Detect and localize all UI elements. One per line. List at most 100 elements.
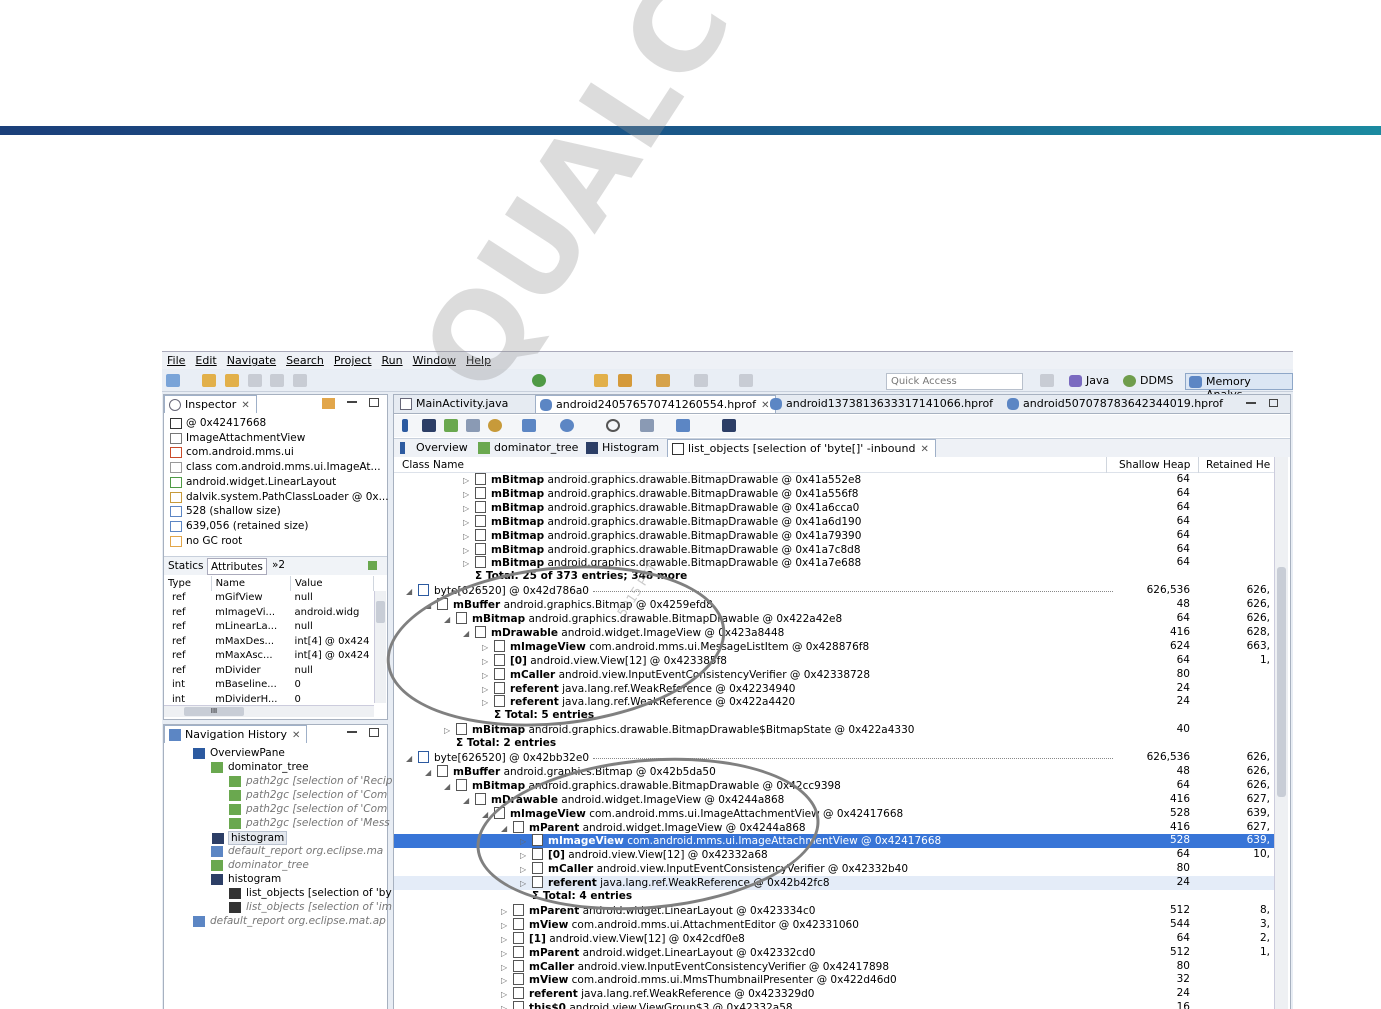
tab-histogram[interactable]: Histogram bbox=[582, 439, 665, 457]
inspector-row[interactable]: @ 0x42417668 bbox=[170, 417, 266, 431]
inspector-row[interactable]: android.widget.LinearLayout bbox=[170, 476, 336, 490]
navigation-history-item[interactable]: list_objects [selection of 'by bbox=[229, 887, 392, 901]
inspector-row[interactable]: com.android.mms.ui bbox=[170, 446, 294, 460]
attribute-row[interactable]: ref mMaxDes... int[4] @ 0x424 bbox=[164, 634, 374, 649]
close-icon[interactable]: ✕ bbox=[292, 730, 300, 741]
export-icon[interactable] bbox=[676, 419, 690, 432]
navigation-history-item[interactable]: histogram bbox=[211, 873, 281, 887]
open-type-icon[interactable] bbox=[594, 374, 608, 387]
navigation-history-item[interactable]: histogram bbox=[212, 831, 288, 845]
attribute-row[interactable]: ref mMaxAsc... int[4] @ 0x424 bbox=[164, 649, 374, 664]
expand-toggle-icon[interactable]: ▷ bbox=[520, 865, 532, 874]
expand-toggle-icon[interactable]: ▷ bbox=[463, 546, 475, 555]
attribute-row[interactable]: ref mLinearLa... null bbox=[164, 620, 374, 635]
expand-toggle-icon[interactable]: ▷ bbox=[463, 490, 475, 499]
expand-toggle-icon[interactable]: ◢ bbox=[425, 601, 437, 610]
save-icon[interactable] bbox=[248, 374, 262, 387]
menu-project[interactable]: Project bbox=[329, 352, 377, 369]
thread-overview-icon[interactable] bbox=[488, 419, 502, 432]
column-shallow-heap[interactable]: Shallow Heap bbox=[1119, 459, 1190, 471]
restore-icon[interactable] bbox=[1269, 399, 1278, 407]
maximize-icon[interactable] bbox=[369, 728, 379, 737]
navigation-history-item[interactable]: list_objects [selection of 'im bbox=[229, 901, 392, 915]
expand-toggle-icon[interactable]: ▷ bbox=[463, 476, 475, 485]
column-retained-heap[interactable]: Retained He bbox=[1206, 459, 1270, 471]
menu-run[interactable]: Run bbox=[377, 352, 408, 369]
expand-toggle-icon[interactable]: ◢ bbox=[406, 754, 418, 763]
expand-toggle-icon[interactable]: ▷ bbox=[482, 698, 494, 707]
column-type[interactable]: Type bbox=[164, 576, 212, 591]
open-folder-icon[interactable] bbox=[202, 374, 216, 387]
run-icon[interactable] bbox=[532, 374, 546, 387]
expand-toggle-icon[interactable]: ◢ bbox=[444, 782, 456, 791]
attribute-row[interactable]: int mBaseline... 0 bbox=[164, 678, 374, 693]
expand-toggle-icon[interactable]: ▷ bbox=[501, 1004, 513, 1009]
expand-toggle-icon[interactable]: ▷ bbox=[520, 879, 532, 888]
perspective-ddms[interactable]: DDMS bbox=[1120, 373, 1177, 390]
expand-toggle-icon[interactable]: ◢ bbox=[463, 796, 475, 805]
inspector-row[interactable]: dalvik.system.PathClassLoader @ 0x... bbox=[170, 491, 389, 505]
forward-arrow-icon[interactable] bbox=[694, 374, 708, 387]
attributes-horizontal-scrollbar[interactable]: III bbox=[164, 705, 374, 717]
menu-help[interactable]: Help bbox=[461, 352, 496, 369]
navigation-history-item[interactable]: path2gc [selection of 'Recip bbox=[229, 775, 392, 789]
histogram-icon[interactable] bbox=[422, 419, 436, 432]
expand-toggle-icon[interactable]: ▷ bbox=[520, 851, 532, 860]
navigation-history-item[interactable]: path2gc [selection of 'Com bbox=[229, 803, 387, 817]
tab-dominator-tree[interactable]: dominator_tree bbox=[474, 439, 584, 457]
inspector-row[interactable]: class com.android.mms.ui.ImageAt... bbox=[170, 461, 381, 475]
expand-toggle-icon[interactable]: ◢ bbox=[425, 768, 437, 777]
expand-toggle-icon[interactable]: ▷ bbox=[501, 976, 513, 985]
oql-icon[interactable] bbox=[466, 419, 480, 432]
editor-tab-hprof-2[interactable]: android1373813633317141066.hprof bbox=[766, 395, 999, 413]
editor-tab-mainactivity[interactable]: MainActivity.java bbox=[396, 395, 514, 413]
tab-statics[interactable]: Statics bbox=[168, 560, 204, 572]
inspector-row[interactable]: no GC root bbox=[170, 535, 242, 549]
column-name[interactable]: Name bbox=[211, 576, 292, 591]
navigation-history-item[interactable]: dominator_tree bbox=[211, 761, 309, 775]
expand-toggle-icon[interactable]: ◢ bbox=[463, 629, 475, 638]
print-icon[interactable] bbox=[293, 374, 307, 387]
expand-toggle-icon[interactable]: ▷ bbox=[501, 963, 513, 972]
navigation-history-item[interactable]: OverviewPane bbox=[193, 747, 285, 761]
scrollbar-thumb[interactable] bbox=[1277, 567, 1286, 797]
editor-tab-hprof-active[interactable]: android240576570741260554.hprof ✕ bbox=[535, 395, 777, 413]
group-by-icon[interactable] bbox=[722, 419, 736, 432]
expand-toggle-icon[interactable]: ◢ bbox=[444, 615, 456, 624]
expand-toggle-icon[interactable]: ▷ bbox=[463, 518, 475, 527]
quick-access-input[interactable]: Quick Access bbox=[886, 373, 1023, 390]
open-perspective-icon[interactable] bbox=[1040, 374, 1054, 387]
expand-toggle-icon[interactable]: ▷ bbox=[482, 643, 494, 652]
close-icon[interactable]: ✕ bbox=[920, 444, 928, 455]
scrollbar-thumb[interactable]: III bbox=[184, 707, 244, 716]
expand-toggle-icon[interactable]: ▷ bbox=[501, 949, 513, 958]
expand-toggle-icon[interactable]: ◢ bbox=[406, 587, 418, 596]
menu-edit[interactable]: Edit bbox=[190, 352, 221, 369]
save-all-icon[interactable] bbox=[270, 374, 284, 387]
menu-navigate[interactable]: Navigate bbox=[222, 352, 281, 369]
editor-tab-hprof-3[interactable]: android507078783642344019.hprof bbox=[1003, 395, 1229, 413]
calculate-retained-icon[interactable] bbox=[640, 419, 654, 432]
tab-navigation-history[interactable]: Navigation History ✕ bbox=[164, 725, 308, 743]
close-icon[interactable]: ✕ bbox=[241, 400, 249, 411]
expand-toggle-icon[interactable]: ▷ bbox=[463, 504, 475, 513]
expand-toggle-icon[interactable]: ▷ bbox=[520, 837, 532, 846]
menu-file[interactable]: File bbox=[162, 352, 190, 369]
link-icon[interactable] bbox=[322, 398, 335, 409]
minimize-icon[interactable] bbox=[1246, 402, 1256, 404]
back-arrow-icon[interactable] bbox=[656, 374, 670, 387]
new-icon[interactable] bbox=[166, 374, 180, 387]
expand-toggle-icon[interactable]: ▷ bbox=[482, 685, 494, 694]
attribute-row[interactable]: ref mImageVi... android.widg bbox=[164, 605, 374, 620]
expand-toggle-icon[interactable]: ▷ bbox=[482, 657, 494, 666]
expand-toggle-icon[interactable]: ▷ bbox=[463, 532, 475, 541]
expand-toggle-icon[interactable]: ◢ bbox=[501, 824, 513, 833]
navigation-history-item[interactable]: default_report org.eclipse.ma bbox=[211, 845, 383, 859]
navigation-history-item[interactable]: path2gc [selection of 'Mess bbox=[229, 817, 390, 831]
inspector-row[interactable]: 639,056 (retained size) bbox=[170, 520, 308, 534]
navigation-history-item[interactable]: path2gc [selection of 'Com bbox=[229, 789, 387, 803]
menu-window[interactable]: Window bbox=[408, 352, 461, 369]
dominator-tree-icon[interactable] bbox=[444, 419, 458, 432]
minimize-icon[interactable] bbox=[347, 401, 357, 403]
tab-attributes[interactable]: Attributes bbox=[207, 558, 267, 575]
